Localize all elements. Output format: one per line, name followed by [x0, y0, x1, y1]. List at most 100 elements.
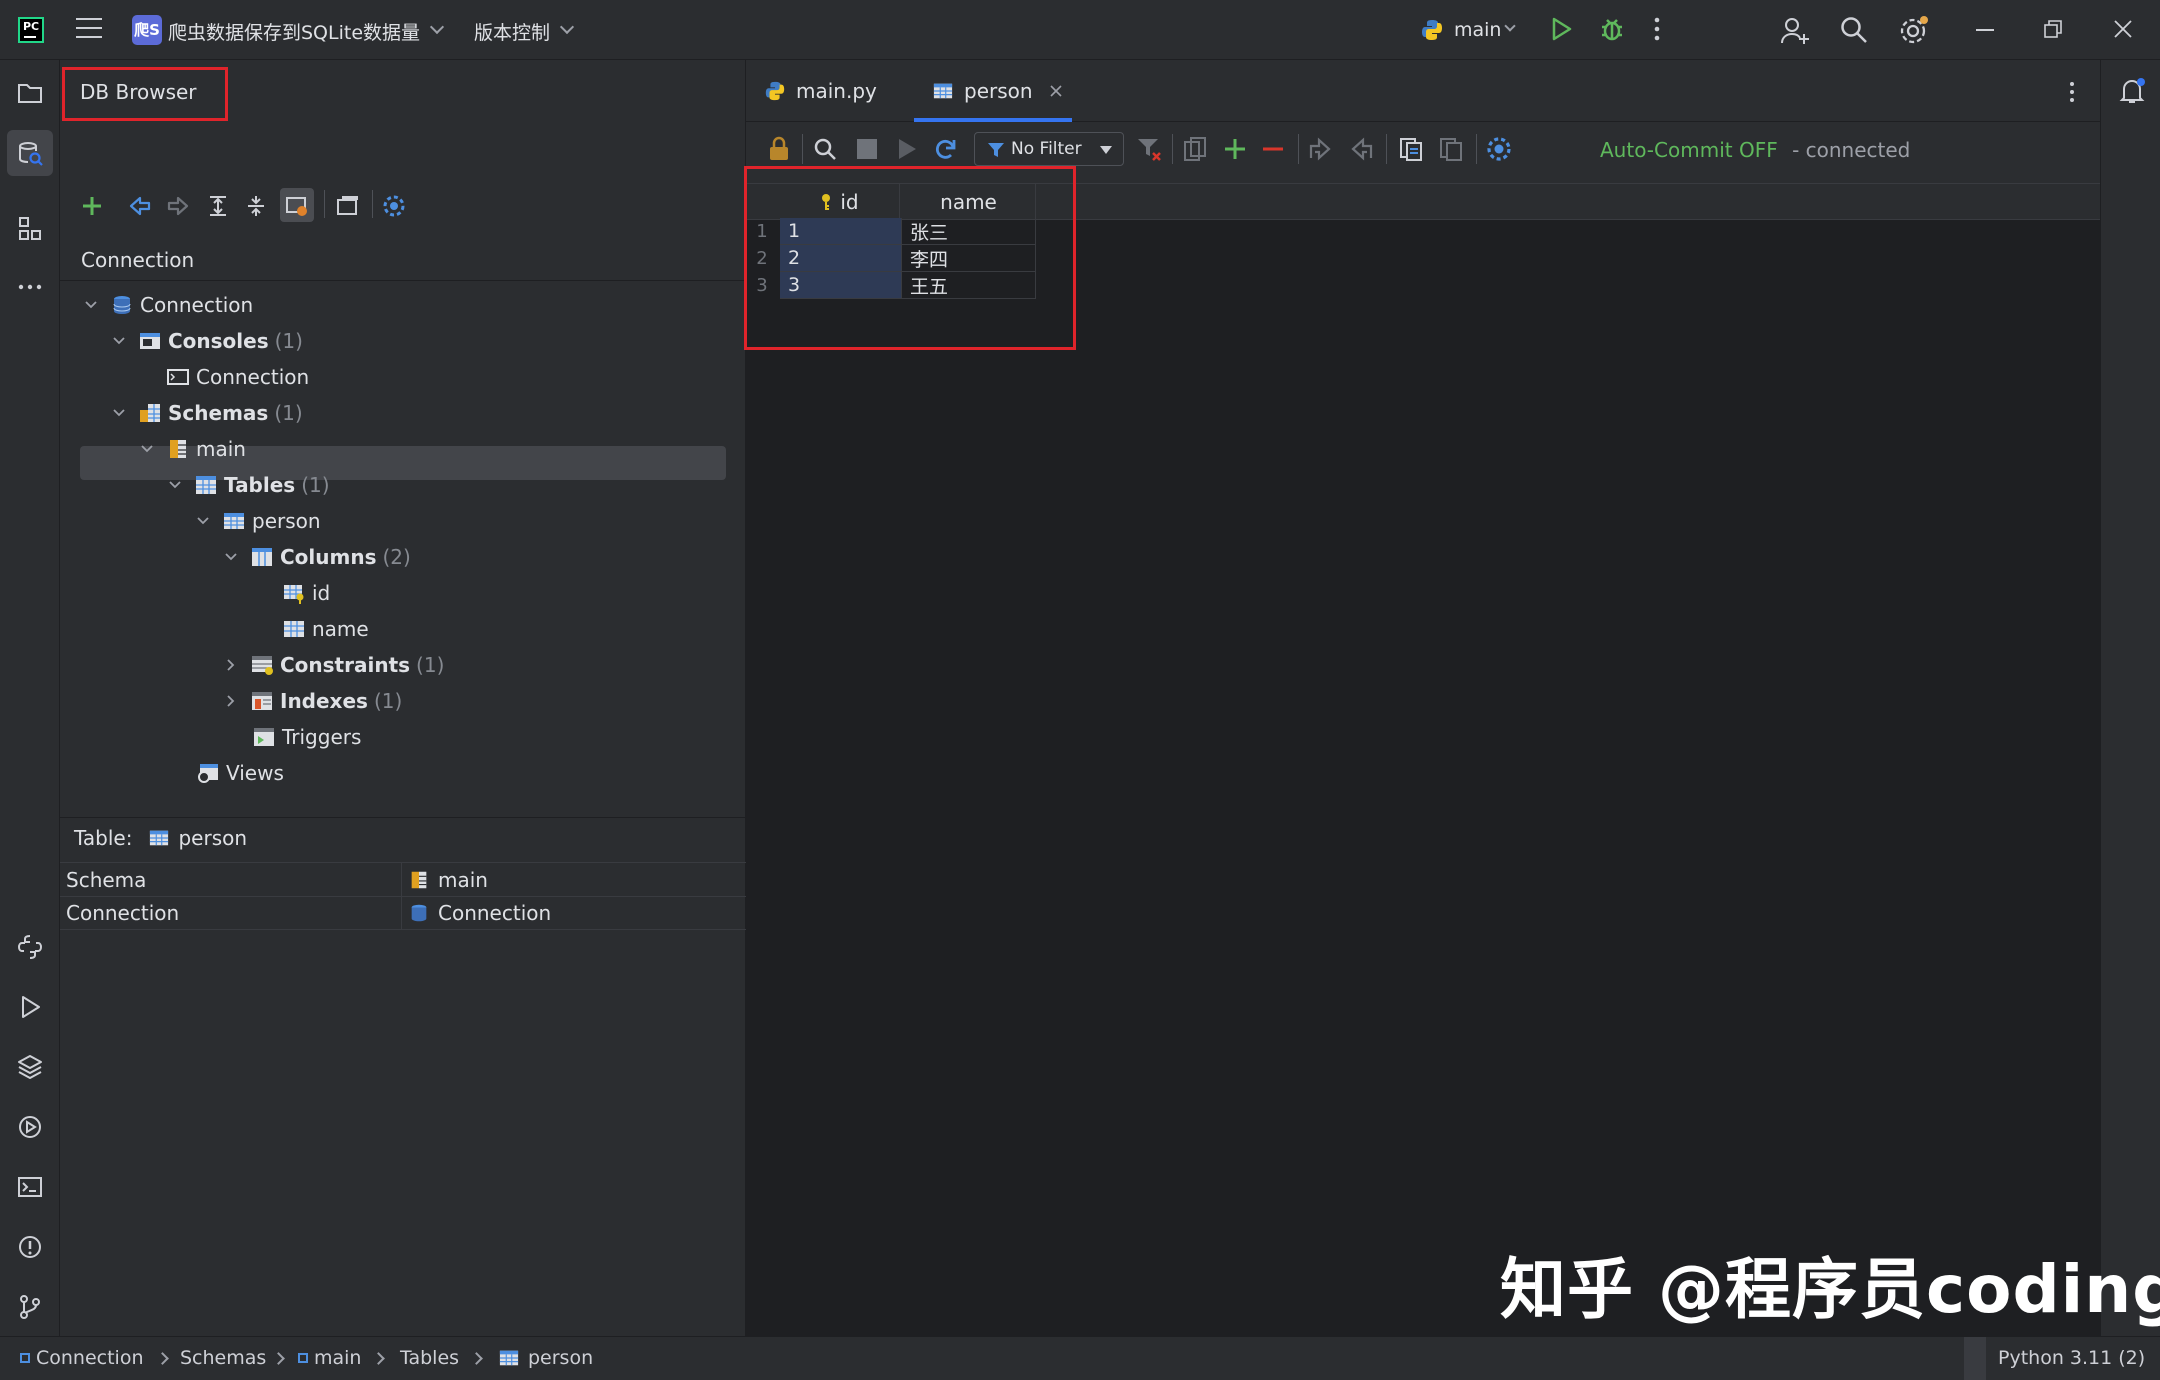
- tree-item-tables[interactable]: Tables (1): [168, 468, 330, 502]
- structure-icon[interactable]: [13, 212, 47, 246]
- expand-all-icon[interactable]: [206, 194, 230, 218]
- tree-item-connection[interactable]: Connection: [84, 288, 253, 322]
- tree-count: (1): [416, 653, 445, 677]
- close-tab-icon[interactable]: [1049, 84, 1063, 98]
- show-objects-icon[interactable]: [285, 194, 309, 218]
- chevron-down-icon[interactable]: [112, 406, 126, 420]
- restore-icon[interactable]: [2044, 20, 2062, 38]
- lock-icon[interactable]: [766, 136, 792, 162]
- autocommit-status: Auto-Commit OFF: [1600, 138, 1778, 162]
- tree-item-triggers[interactable]: Triggers: [252, 720, 361, 754]
- chevron-down-icon[interactable]: [84, 298, 98, 312]
- db-browser-panel: DB Browser Connection Connection Console…: [60, 60, 746, 1336]
- editor-settings-icon[interactable]: [1486, 136, 1512, 162]
- more-tools-icon[interactable]: [13, 270, 47, 304]
- tree-item-views[interactable]: Views: [196, 756, 284, 790]
- tree-item-schema-main[interactable]: main: [140, 432, 246, 466]
- tree-item-table-person[interactable]: person: [196, 504, 321, 538]
- main-menu-icon[interactable]: [76, 18, 102, 40]
- tab-person[interactable]: person: [932, 60, 1063, 122]
- tree-item-indexes[interactable]: Indexes (1): [224, 684, 402, 718]
- tree-item-columns[interactable]: Columns (2): [224, 540, 411, 574]
- vcs-menu[interactable]: 版本控制: [474, 18, 550, 45]
- chevron-down-icon[interactable]: [429, 19, 445, 35]
- forward-icon[interactable]: [166, 194, 190, 218]
- divider: [60, 929, 746, 930]
- chevron-down-icon[interactable]: [168, 478, 182, 492]
- breadcrumb-main[interactable]: main: [298, 1347, 361, 1369]
- breadcrumb-schemas[interactable]: Schemas: [180, 1347, 266, 1369]
- delete-row-icon[interactable]: [1260, 136, 1286, 162]
- filter-dropdown[interactable]: No Filter: [974, 132, 1124, 166]
- tab-options-icon[interactable]: [2068, 80, 2076, 104]
- add-connection-icon[interactable]: [80, 194, 104, 218]
- tab-main-py[interactable]: main.py: [764, 60, 877, 122]
- console-folder-icon: [140, 333, 160, 349]
- layers-icon[interactable]: [13, 1050, 47, 1084]
- execute-icon[interactable]: [894, 136, 920, 162]
- more-vertical-icon[interactable]: [1652, 16, 1662, 42]
- tree-item-consoles[interactable]: Consoles (1): [112, 324, 303, 358]
- run-icon[interactable]: [1548, 16, 1574, 42]
- terminal-icon[interactable]: [13, 1170, 47, 1204]
- search-data-icon[interactable]: [812, 136, 838, 162]
- db-browser-icon[interactable]: [7, 130, 53, 176]
- breadcrumb-connection[interactable]: Connection: [20, 1347, 144, 1369]
- chevron-down-icon[interactable]: [112, 334, 126, 348]
- connection-selector[interactable]: Connection: [81, 248, 194, 272]
- project-badge[interactable]: 爬S: [132, 15, 162, 45]
- search-icon[interactable]: [1840, 16, 1868, 44]
- database-icon: [113, 296, 131, 314]
- table-icon: [933, 83, 953, 99]
- run-config-selector[interactable]: main: [1454, 19, 1501, 41]
- divider: [60, 896, 746, 897]
- settings-icon[interactable]: [382, 194, 406, 218]
- commit-icon[interactable]: [1308, 136, 1334, 162]
- export-icon[interactable]: [1438, 136, 1464, 162]
- chevron-right-icon[interactable]: [224, 694, 238, 708]
- tree-item-column-id[interactable]: id: [282, 576, 330, 610]
- toolbar-separator: [1298, 134, 1299, 164]
- collapse-all-icon[interactable]: [244, 194, 268, 218]
- run-tool-icon[interactable]: [13, 990, 47, 1024]
- connection-icon: [20, 1353, 30, 1363]
- record-view-icon[interactable]: [1398, 136, 1424, 162]
- close-window-icon[interactable]: [2114, 20, 2132, 38]
- clear-filter-icon[interactable]: [1136, 136, 1162, 162]
- open-console-icon[interactable]: [336, 194, 360, 218]
- chevron-down-icon[interactable]: [224, 550, 238, 564]
- breadcrumb-person[interactable]: person: [498, 1347, 593, 1369]
- breadcrumb-tables[interactable]: Tables: [400, 1347, 459, 1369]
- tree-item-column-name[interactable]: name: [282, 612, 369, 646]
- add-row-icon[interactable]: [1222, 136, 1248, 162]
- project-name[interactable]: 爬虫数据保存到SQLite数据量: [168, 18, 420, 45]
- editor-area: main.py person No Filter Auto-Commit OFF…: [744, 60, 2100, 1336]
- minimize-icon[interactable]: [1976, 29, 1994, 31]
- tree-item-schemas[interactable]: Schemas (1): [112, 396, 303, 430]
- views-icon: [198, 764, 218, 783]
- debug-icon[interactable]: [1598, 15, 1626, 43]
- copy-icon[interactable]: [1182, 136, 1208, 162]
- stop-icon[interactable]: [854, 136, 880, 162]
- problems-icon[interactable]: [13, 1230, 47, 1264]
- git-branch-icon[interactable]: [13, 1290, 47, 1324]
- tree-item-console-connection[interactable]: Connection: [166, 360, 309, 394]
- chevron-right-icon[interactable]: [224, 658, 238, 672]
- settings-gear-icon[interactable]: [1898, 14, 1930, 46]
- chevron-down-icon[interactable]: [196, 514, 210, 528]
- chevron-down-icon[interactable]: [1504, 20, 1516, 32]
- tree-item-constraints[interactable]: Constraints (1): [224, 648, 444, 682]
- project-folder-icon[interactable]: [13, 76, 47, 110]
- rollback-icon[interactable]: [1348, 136, 1374, 162]
- watermark: 知乎 @程序员coding: [1500, 1251, 2160, 1328]
- back-icon[interactable]: [128, 194, 152, 218]
- services-icon[interactable]: [13, 1110, 47, 1144]
- python-console-icon[interactable]: [13, 930, 47, 964]
- add-user-icon[interactable]: [1780, 16, 1810, 46]
- refresh-icon[interactable]: [932, 136, 958, 162]
- interpreter-selector[interactable]: Python 3.11 (2): [1998, 1347, 2145, 1369]
- notifications-bell-icon[interactable]: [2117, 76, 2147, 106]
- chevron-down-icon[interactable]: [140, 442, 154, 456]
- chevron-down-icon[interactable]: [559, 19, 575, 35]
- properties-header: Table: person: [74, 826, 247, 850]
